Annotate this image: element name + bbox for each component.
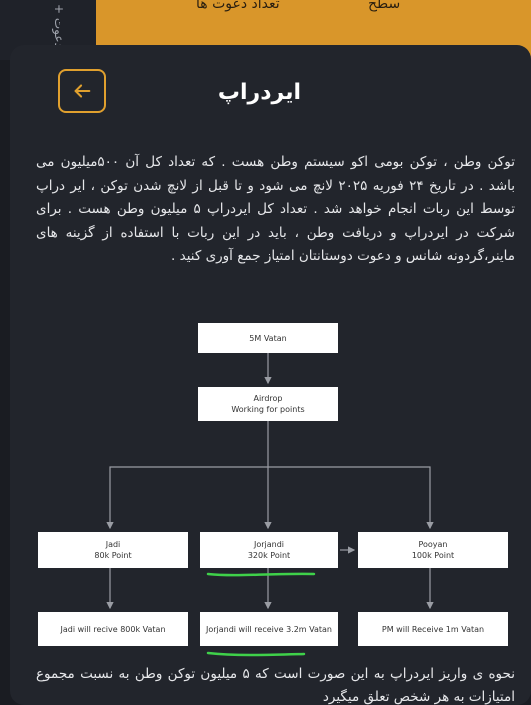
- modal-header: ایردراپ: [10, 45, 531, 141]
- reward-text: PM will Receive 1m Vatan: [381, 624, 485, 634]
- user-name: Jorjandi: [253, 540, 285, 549]
- flowchart-connectors: [106, 353, 434, 610]
- user-points: 320k Point: [247, 551, 291, 560]
- reward-box-jorjandi: Jorjandi will receive 3.2m Vatan: [200, 612, 338, 646]
- arrow-left-icon: [74, 84, 91, 98]
- reward-text: Jorjandi will receive 3.2m Vatan: [205, 624, 333, 634]
- user-points: 100k Point: [411, 551, 455, 560]
- user-name: Pooyan: [418, 540, 448, 549]
- airdrop-subtitle: Working for points: [231, 405, 305, 414]
- user-box-jadi: Jadi 80k Point: [38, 532, 188, 568]
- reward-box-jadi: Jadi will recive 800k Vatan: [38, 612, 188, 646]
- highlight-underline: [206, 651, 306, 657]
- user-points: 80k Point: [94, 551, 132, 560]
- distribution-note: نحوه ی واریز ایردراپ به این صورت است که …: [36, 666, 515, 705]
- reward-text: Jadi will recive 800k Vatan: [60, 624, 166, 634]
- reward-box-pooyan: PM will Receive 1m Vatan: [358, 612, 508, 646]
- highlight-underline: [206, 572, 316, 577]
- total-supply-text: 5M Vatan: [249, 333, 287, 343]
- user-box-pooyan: Pooyan 100k Point: [358, 532, 508, 568]
- airdrop-modal: ایردراپ توکن وطن ، توکن بومی اکو سیستم و…: [10, 45, 531, 705]
- user-name: Jadi: [105, 540, 121, 549]
- airdrop-box: Airdrop Working for points: [198, 387, 338, 421]
- user-box-jorjandi: Jorjandi 320k Point: [200, 532, 338, 568]
- airdrop-title: Airdrop: [253, 394, 283, 403]
- invites-column-label: تعداد دعوت ها: [196, 0, 280, 12]
- airdrop-description: توکن وطن ، توکن بومی اکو سیستم وطن هست .…: [36, 154, 515, 264]
- back-button[interactable]: [58, 69, 106, 113]
- level-column-label: سطح: [368, 0, 401, 12]
- total-supply-box: 5M Vatan: [198, 323, 338, 353]
- page-title: ایردراپ: [217, 80, 301, 105]
- airdrop-flowchart: 5M Vatan Airdrop Working for points Jadi…: [10, 317, 531, 657]
